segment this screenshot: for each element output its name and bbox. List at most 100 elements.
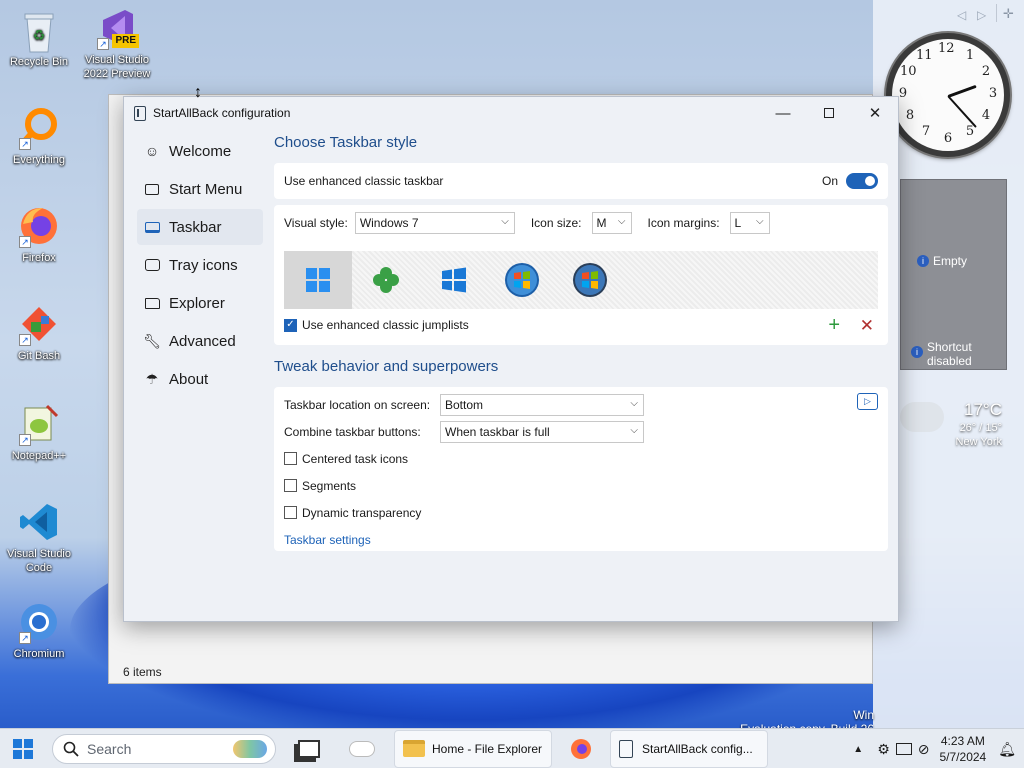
visual-style-label: Visual style: [284, 216, 348, 230]
jumplists-checkbox[interactable]: ✓ [284, 318, 297, 332]
maximize-icon [824, 108, 834, 118]
add-gadget-icon[interactable]: ✛ [1003, 6, 1014, 22]
window-title: StartAllBack configuration [153, 106, 291, 120]
start-button[interactable] [0, 729, 46, 768]
taskbar-app-firefox[interactable] [558, 730, 604, 768]
taskbar-style-card: Visual style: Windows 7 ⌵ Icon size: M ⌵ I… [274, 205, 888, 345]
remove-icon[interactable]: ✕ [860, 316, 874, 336]
tray-clock[interactable]: 4:23 AM 5/7/2024 [940, 733, 987, 765]
style-option-windows-11[interactable] [284, 251, 352, 309]
taskbar-app-startallback[interactable]: StartAllBack config... [610, 729, 768, 768]
clock-number: 6 [943, 131, 953, 146]
add-icon[interactable]: + [828, 315, 840, 335]
info-icon: i [917, 255, 929, 267]
desktop-icon-everything[interactable]: ↗ Everything [0, 106, 78, 167]
search-placeholder: Search [87, 740, 132, 757]
startallback-config-window[interactable]: StartAllBack configuration — ✕ ☺ Welcome … [123, 96, 899, 622]
desktop-icon-label: Chromium [13, 648, 65, 660]
minimize-button[interactable]: — [760, 98, 806, 128]
taskbar-widgets[interactable] [342, 730, 382, 768]
clock-number: 1 [965, 48, 975, 63]
toggle-state-text: On [821, 174, 838, 188]
segments-row: Segments [274, 472, 888, 499]
segments-checkbox[interactable] [284, 479, 297, 492]
style-option-windows-vista[interactable] [556, 251, 624, 309]
chevron-down-icon: ⌵ [755, 216, 764, 227]
nav-item-about[interactable]: ☂ About [137, 361, 263, 397]
clock-number: 4 [981, 108, 991, 123]
nav-item-explorer[interactable]: Explorer [137, 285, 263, 321]
desktop-icon-chromium[interactable]: ↗ Chromium [0, 600, 78, 661]
nav-item-start-menu[interactable]: Start Menu [137, 171, 263, 207]
tray-overflow-chevron-icon[interactable]: ▲ [853, 744, 863, 755]
enhanced-taskbar-toggle[interactable] [846, 173, 878, 189]
info-icon: i [911, 346, 923, 358]
clock-number: 12 [938, 41, 955, 56]
clock-number: 3 [988, 86, 998, 101]
desktop-icon-recycle-bin[interactable]: ♻ Recycle Bin [0, 8, 78, 69]
maximize-button[interactable] [806, 98, 852, 128]
icon-size-select[interactable]: M ⌵ [591, 212, 632, 234]
resize-cursor-icon: ↕ [194, 84, 202, 101]
taskbar-app-label: Home - File Explorer [432, 741, 543, 756]
clock-gadget[interactable]: 12 1 2 3 4 5 6 7 8 9 10 11 [886, 33, 1010, 157]
folder-icon [403, 740, 425, 757]
icon-margins-select[interactable]: L ⌵ [729, 212, 770, 234]
pre-badge: PRE [112, 34, 139, 48]
jumplists-row: ✓ Use enhanced classic jumplists [284, 318, 469, 332]
style-option-clover[interactable] [352, 251, 420, 309]
style-option-windows-7[interactable] [488, 251, 556, 309]
taskbar-location-select[interactable]: Bottom ⌵ [440, 393, 644, 416]
shortcut-arrow-icon: ↗ [19, 334, 31, 346]
dynamic-transparency-label: Dynamic transparency [302, 505, 422, 520]
slideshow-shortcut: i Shortcut disabled [911, 340, 987, 368]
notification-bell-icon[interactable]: 🔔︎ [998, 741, 1016, 758]
taskbar-search-box[interactable]: Search [52, 733, 276, 764]
desktop-icon-label: Recycle Bin [9, 56, 69, 68]
jumplists-label: Use enhanced classic jumplists [302, 318, 469, 332]
combine-buttons-select[interactable]: When taskbar is full ⌵ [440, 420, 644, 443]
dynamic-transparency-checkbox[interactable] [284, 506, 297, 519]
nav-item-tray-icons[interactable]: Tray icons [137, 247, 263, 283]
settings-gear-icon[interactable]: ⚙ [877, 741, 890, 758]
taskbar-settings-link[interactable]: Taskbar settings [284, 533, 371, 547]
sidebar-next-arrow-icon[interactable]: ▷ [977, 8, 986, 22]
taskbar-app-file-explorer[interactable]: Home - File Explorer [394, 729, 552, 768]
section-title-taskbar-style: Choose Taskbar style [274, 134, 418, 151]
wrench-icon: 🔧︎ [143, 332, 161, 349]
title-bar[interactable]: StartAllBack configuration — ✕ [124, 97, 898, 129]
monitor-icon[interactable] [895, 743, 912, 755]
desktop-icon-git-bash[interactable]: ↗ Git Bash [0, 302, 78, 363]
desktop-icon-notepad-plus-plus[interactable]: ↗ Notepad++ [0, 402, 78, 463]
slideshow-shortcut-text: Shortcut disabled [927, 340, 972, 368]
centered-icons-label: Centered task icons [302, 451, 409, 466]
sidebar-nav: ☺ Welcome Start Menu Taskbar Tray icons E… [137, 133, 263, 399]
network-icon[interactable]: ⊘ [918, 741, 930, 758]
desktop-icon-label: Notepad++ [11, 450, 67, 462]
nav-item-advanced[interactable]: 🔧︎ Advanced [137, 323, 263, 359]
taskbar-task-view[interactable] [290, 730, 328, 768]
firefox-icon [571, 738, 591, 759]
combine-buttons-label: Combine taskbar buttons: [284, 424, 421, 439]
cloud-icon [900, 402, 944, 432]
weather-gadget[interactable]: 17°C 26° / 15° New York [896, 394, 1008, 456]
desktop-icon-vscode[interactable]: Visual Studio Code [0, 500, 78, 575]
chromium-icon: ↗ [17, 600, 61, 644]
nav-item-welcome[interactable]: ☺ Welcome [137, 133, 263, 169]
combine-buttons-value: When taskbar is full [445, 424, 550, 439]
centered-icons-checkbox[interactable] [284, 452, 297, 465]
icon-margins-label: Icon margins: [647, 216, 720, 230]
nav-item-taskbar[interactable]: Taskbar [137, 209, 263, 245]
video-play-icon[interactable]: ▷ [857, 393, 878, 410]
smiley-icon: ☺ [144, 143, 160, 159]
desktop-icon-firefox[interactable]: ↗ Firefox [0, 204, 78, 265]
style-option-windows-10[interactable] [420, 251, 488, 309]
slideshow-gadget[interactable]: i Empty i Shortcut disabled [900, 179, 1007, 370]
sidebar-prev-arrow-icon[interactable]: ◁ [957, 8, 966, 22]
clock-hour-hand [947, 84, 977, 98]
close-button[interactable]: ✕ [852, 98, 898, 128]
nav-label: Advanced [169, 332, 236, 350]
taskbar-location-label: Taskbar location on screen: [284, 397, 431, 412]
desktop-icon-visual-studio-preview[interactable]: PRE ↗ Visual Studio 2022 Preview [78, 6, 156, 81]
visual-style-select[interactable]: Windows 7 ⌵ [354, 212, 515, 234]
